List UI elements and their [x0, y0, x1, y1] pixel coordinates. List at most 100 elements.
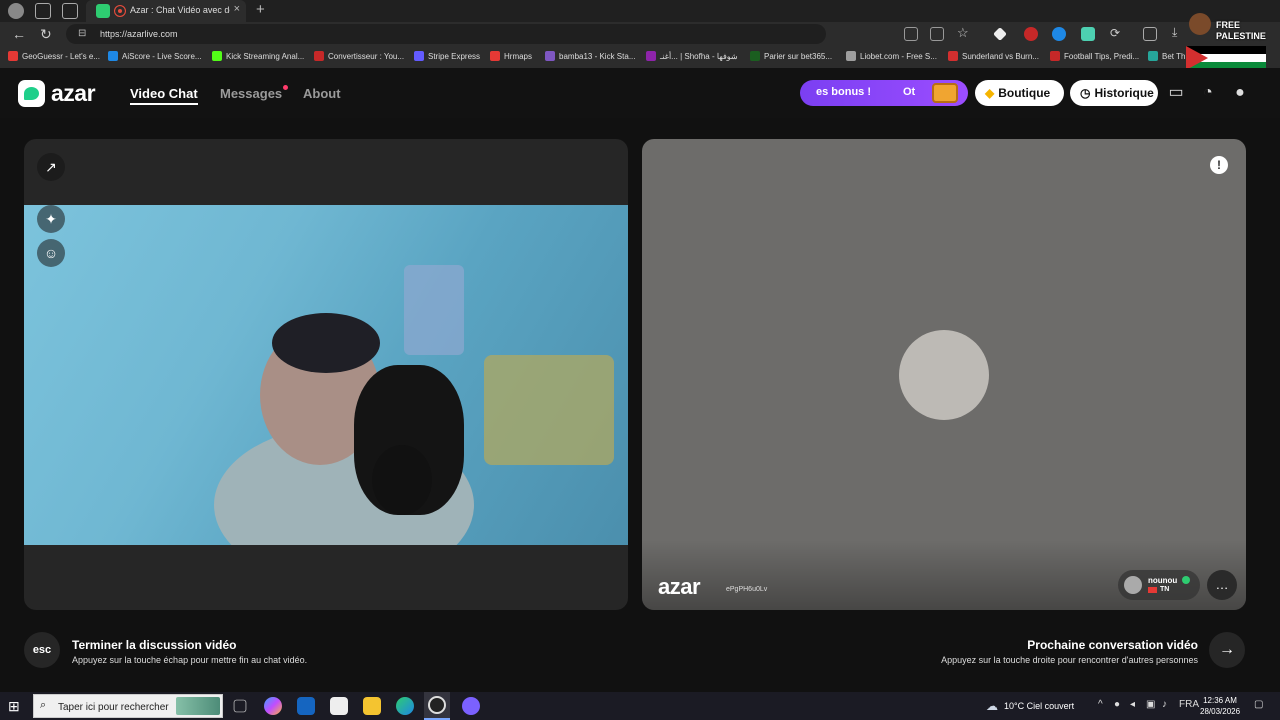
taskbar-active-app[interactable] — [424, 692, 450, 720]
weather-widget[interactable]: ☁ 10°C Ciel couvert — [986, 699, 1074, 713]
windows-start-icon[interactable]: ⊞ — [8, 698, 20, 715]
language-indicator[interactable]: FRA — [1179, 699, 1199, 710]
bonus-text: es bonus ! — [816, 86, 872, 98]
favorite-star-icon[interactable]: ☆ — [957, 25, 971, 40]
file-explorer-icon[interactable] — [363, 697, 381, 715]
volume-icon[interactable]: ◂ — [1130, 699, 1135, 710]
taskbar-clock[interactable]: 12:36 AM 28/03/2026 — [1200, 695, 1240, 717]
edge-icon[interactable] — [396, 697, 414, 715]
tray-chevron-icon[interactable]: ^ — [1098, 699, 1103, 710]
partner-country: TN — [1160, 586, 1170, 593]
azar-favicon-icon — [96, 4, 110, 18]
extensions-puzzle-icon[interactable]: ⟳ — [1110, 26, 1124, 40]
face-filter-icon[interactable]: ☺ — [37, 239, 65, 267]
microphone-icon[interactable]: ● — [1114, 699, 1120, 710]
bookmark-item[interactable]: Convertisseur : You... — [314, 51, 404, 61]
refresh-icon[interactable]: ↻ — [40, 26, 52, 43]
next-chat-subtitle: Appuyez sur la touche droite pour rencon… — [941, 655, 1198, 665]
unread-dot-icon — [283, 85, 289, 90]
azar-logo[interactable]: azar — [18, 80, 96, 107]
extension-icon[interactable] — [1081, 27, 1095, 41]
url-field[interactable]: ⊟ https://azarlive.com — [66, 24, 826, 44]
azar-logo-icon — [18, 80, 45, 107]
weather-text: 10°C Ciel couvert — [1004, 701, 1075, 711]
bookmark-item[interactable]: Stripe Express — [414, 51, 480, 61]
bookmark-favicon-icon — [750, 51, 760, 61]
copilot-icon[interactable] — [264, 697, 282, 715]
end-chat-title: Terminer la discussion vidéo — [72, 638, 237, 652]
camera-person-shape — [272, 313, 380, 373]
inbox-icon[interactable]: ▭ — [1166, 83, 1186, 103]
bookmark-favicon-icon — [490, 51, 500, 61]
taskbar-search-box[interactable]: ⌕ Taper ici pour rechercher — [33, 694, 223, 718]
task-view-icon[interactable] — [233, 699, 247, 713]
bookmark-favicon-icon — [1050, 51, 1060, 61]
historique-label: Historique — [1094, 86, 1154, 100]
camera-room-shape — [404, 265, 464, 355]
bookmark-item[interactable]: Bet Th — [1148, 51, 1185, 61]
notification-center-icon[interactable]: ▢ — [1254, 699, 1263, 710]
clock-icon: ◷ — [1080, 86, 1091, 100]
bookmark-item[interactable]: Football Tips, Predi... — [1050, 51, 1139, 61]
nav-video-chat[interactable]: Video Chat — [130, 86, 198, 105]
report-shield-icon[interactable]: ! — [1210, 156, 1228, 174]
bookmark-favicon-icon — [545, 51, 555, 61]
gem-icon: ◆ — [985, 86, 995, 100]
bookmark-favicon-icon — [8, 51, 18, 61]
back-icon[interactable]: ← — [12, 26, 26, 42]
historique-button[interactable]: ◷ Historique — [1070, 80, 1158, 106]
discord-icon[interactable] — [462, 697, 480, 715]
nav-about[interactable]: About — [303, 86, 341, 101]
azar-logo-text: azar — [51, 80, 96, 106]
bookmark-item[interactable]: GeoGuessr - Let's e... — [8, 51, 100, 61]
extension-icon[interactable] — [993, 27, 1007, 41]
bookmark-item[interactable]: Liobet.com - Free S... — [846, 51, 937, 61]
bookmark-item[interactable]: أغنـ... | Shofha - شوفها — [646, 51, 738, 61]
windows-taskbar: ⊞ ⌕ Taper ici pour rechercher ☁ 10°C Cie… — [0, 692, 1280, 720]
bookmark-item[interactable]: Sunderland vs Burn... — [948, 51, 1039, 61]
local-video-panel: ↗ ✦ ☺ — [24, 139, 628, 610]
speaker-icon[interactable]: ♪ — [1162, 699, 1167, 710]
tab-actions-icon[interactable] — [62, 3, 78, 19]
close-tab-icon[interactable]: × — [234, 3, 240, 15]
downloads-icon[interactable]: ⤓ — [1172, 25, 1186, 39]
expand-icon[interactable]: ↗ — [37, 153, 65, 181]
bookmarks-bar: GeoGuessr - Let's e... AiScore - Live Sc… — [0, 46, 1280, 69]
esc-key-button[interactable]: esc — [24, 632, 60, 668]
new-tab-button[interactable]: + — [256, 1, 265, 18]
chat-bubble-icon[interactable]: … — [1207, 570, 1237, 600]
browser-tab-azar[interactable]: Azar : Chat Vidéo avec de n × — [86, 0, 246, 22]
bonus-text-2: Ot — [903, 86, 916, 98]
bonus-banner[interactable]: es bonus ! Ot — [800, 80, 968, 106]
profile-avatar-icon[interactable]: ● — [1230, 83, 1250, 103]
bookmark-favicon-icon — [414, 51, 424, 61]
effects-wand-icon[interactable]: ✦ — [37, 205, 65, 233]
split-screen-icon[interactable] — [1143, 27, 1157, 41]
store-icon[interactable] — [330, 697, 348, 715]
extension-icon[interactable] — [930, 27, 944, 41]
nav-messages[interactable]: Messages — [220, 85, 289, 101]
recording-icon — [114, 5, 126, 17]
bookmark-item[interactable]: Kick Streaming Anal... — [212, 51, 304, 61]
search-placeholder: Taper ici pour rechercher — [58, 702, 169, 713]
bookmark-item[interactable]: AiScore - Live Score... — [108, 51, 202, 61]
notification-bell-icon[interactable]: ◔ — [1198, 83, 1218, 103]
partner-video-panel: ! azar ePgPH6u0Lv nounou TN … — [642, 139, 1246, 610]
extension-icon[interactable] — [1052, 27, 1066, 41]
outlook-icon[interactable] — [297, 697, 315, 715]
extension-icon[interactable] — [1024, 27, 1038, 41]
profile-icon[interactable] — [8, 3, 24, 19]
boutique-button[interactable]: ◆ Boutique — [975, 80, 1064, 106]
partner-user-chip[interactable]: nounou TN — [1118, 570, 1200, 600]
workspaces-icon[interactable] — [35, 3, 51, 19]
extension-icon[interactable] — [904, 27, 918, 41]
cloud-icon: ☁ — [986, 699, 998, 713]
network-icon[interactable]: ▣ — [1146, 699, 1155, 710]
clock-time: 12:36 AM — [1203, 696, 1237, 705]
next-arrow-button[interactable]: → — [1209, 632, 1245, 668]
bookmark-item[interactable]: Parier sur bet365... — [750, 51, 832, 61]
bookmark-item[interactable]: bamba13 - Kick Sta... — [545, 51, 635, 61]
bookmark-favicon-icon — [646, 51, 656, 61]
site-info-icon[interactable]: ⊟ — [78, 28, 86, 39]
bookmark-item[interactable]: Hrmaps — [490, 51, 532, 61]
